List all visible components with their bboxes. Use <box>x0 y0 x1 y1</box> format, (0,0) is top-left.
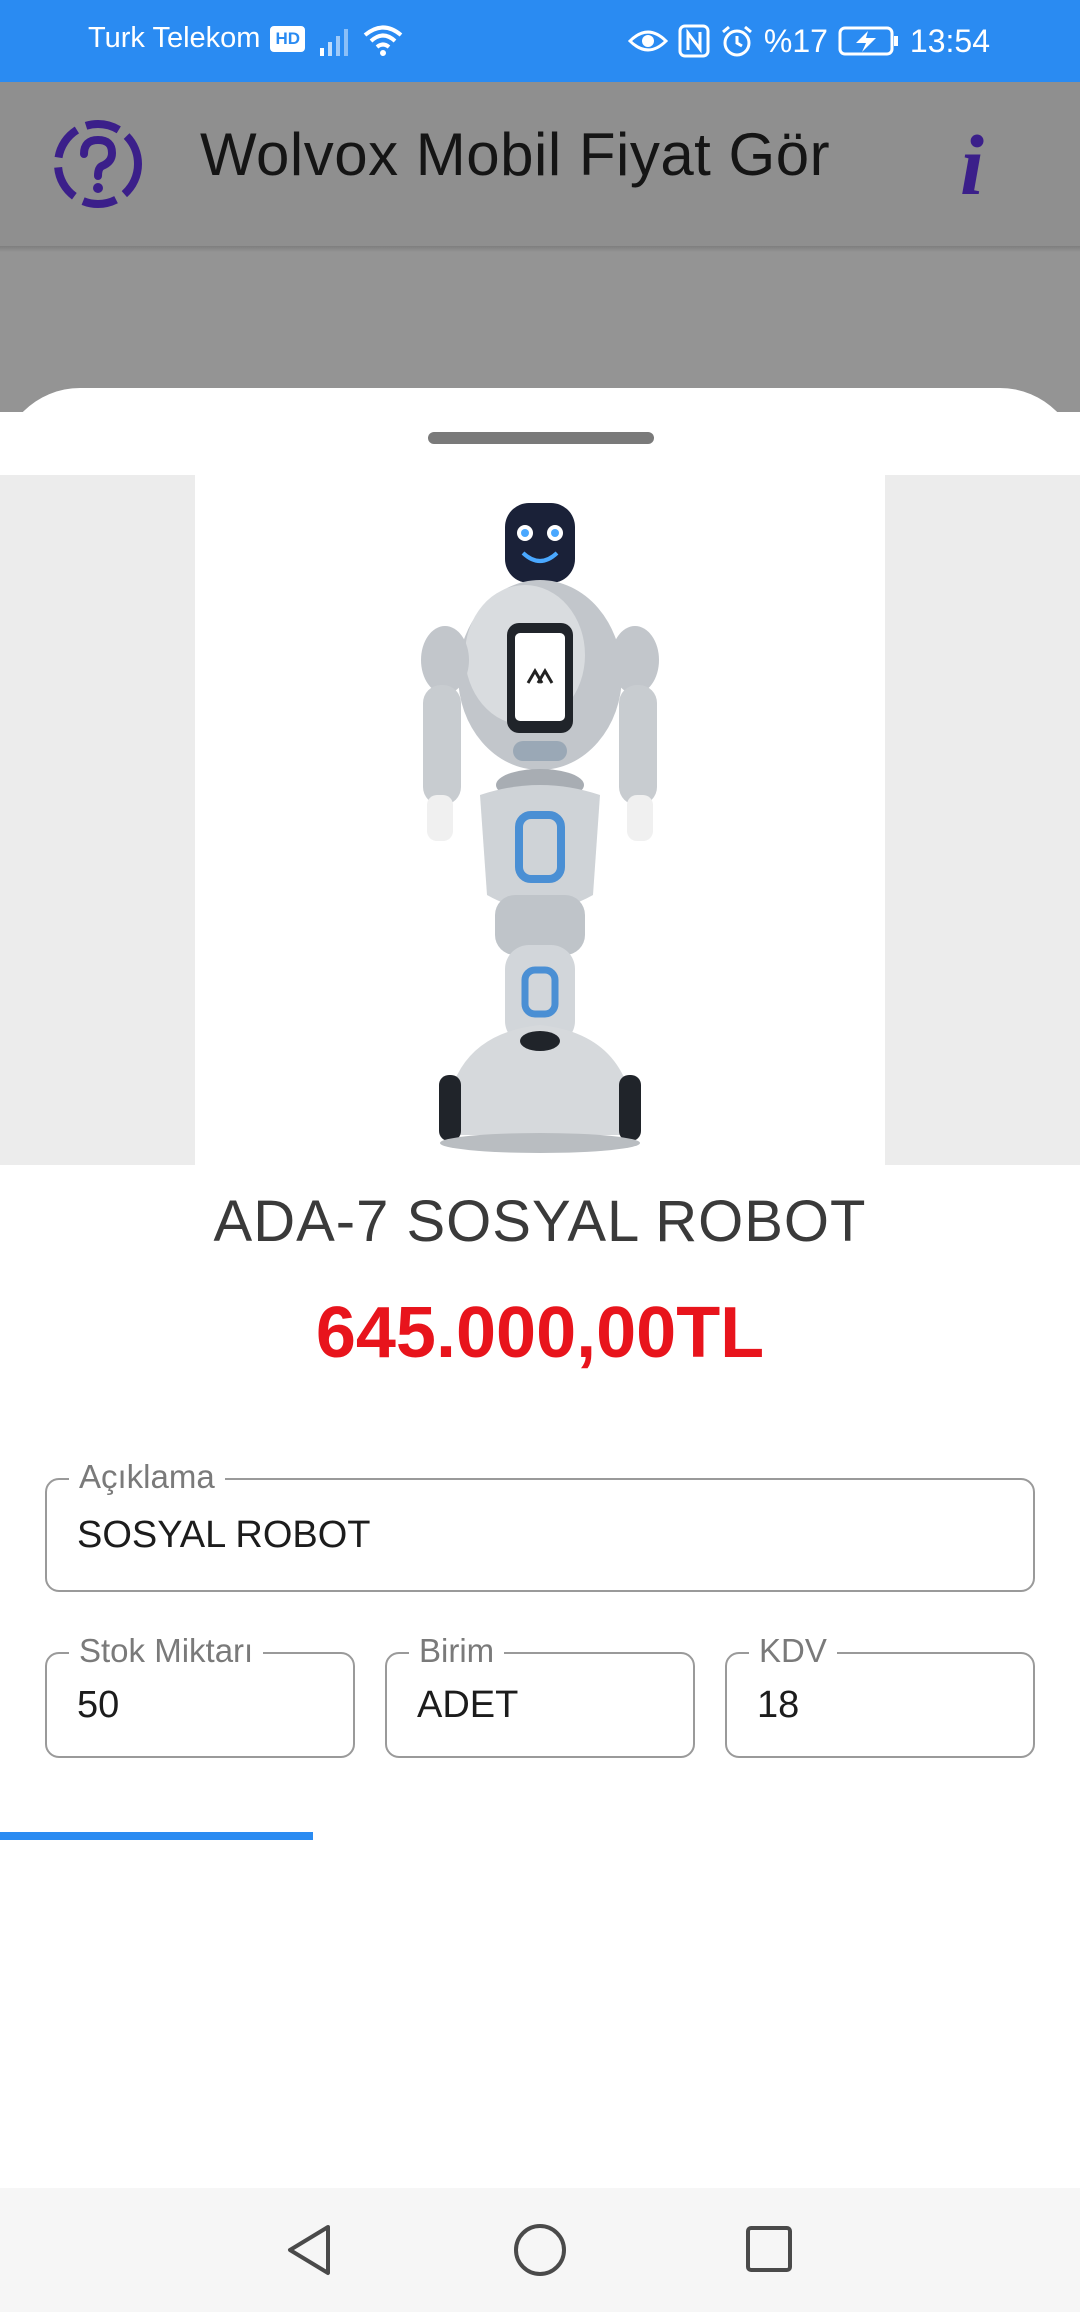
vat-field[interactable]: KDV 18 <box>725 1632 1035 1758</box>
description-field[interactable]: Açıklama SOSYAL ROBOT <box>45 1458 1035 1592</box>
vat-label: KDV <box>749 1632 837 1670</box>
unit-label: Birim <box>409 1632 505 1670</box>
unit-field[interactable]: Birim ADET <box>385 1632 695 1758</box>
stock-quantity-value: 50 <box>77 1684 120 1726</box>
loading-progress-bar <box>0 1832 1080 1840</box>
app-title: Wolvox Mobil Fiyat Gör <box>200 121 831 188</box>
carrier-name: Turk Telekom HD <box>88 22 306 55</box>
description-value: SOSYAL ROBOT <box>77 1514 371 1556</box>
battery-percent: %17 <box>763 22 828 59</box>
clock: 13:54 <box>909 22 990 59</box>
nfc-icon <box>678 24 710 58</box>
status-bar: Turk Telekom HD %17 13:54 <box>0 0 1080 82</box>
product-name: ADA-7 SOSYAL ROBOT <box>213 1189 867 1254</box>
loading-progress-fill <box>0 1832 314 1840</box>
signal-icon <box>320 29 348 56</box>
wifi-icon <box>363 25 403 56</box>
unit-value: ADET <box>417 1684 519 1726</box>
carrier-label: Turk Telekom <box>88 22 261 54</box>
battery-charging-icon <box>838 26 898 56</box>
eye-icon <box>627 30 668 52</box>
hd-badge: HD <box>270 25 306 52</box>
description-label: Açıklama <box>69 1458 225 1496</box>
alarm-icon <box>721 25 752 57</box>
product-image <box>421 503 659 1153</box>
square-recent-icon[interactable] <box>744 2224 794 2274</box>
stock-quantity-label: Stok Miktarı <box>69 1632 264 1670</box>
stock-quantity-field[interactable]: Stok Miktarı 50 <box>45 1632 355 1758</box>
drag-handle[interactable] <box>428 432 654 444</box>
info-icon[interactable]: i <box>960 122 984 208</box>
vat-value: 18 <box>757 1684 800 1726</box>
help-circle-icon[interactable] <box>52 118 144 210</box>
triangle-back-icon[interactable] <box>282 2222 336 2278</box>
circle-home-icon[interactable] <box>512 2222 568 2278</box>
product-price: 645.000,00TL <box>315 1293 765 1373</box>
